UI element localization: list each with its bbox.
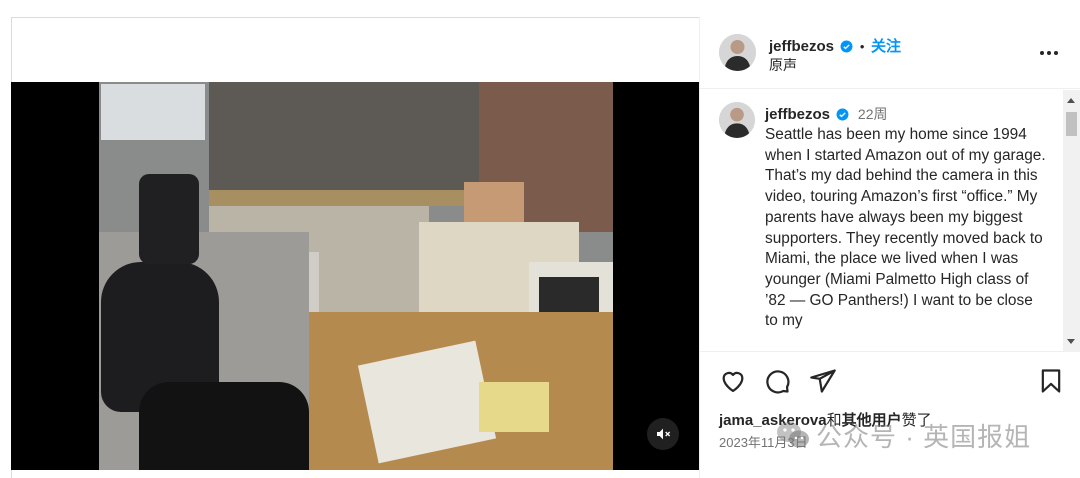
caption-avatar[interactable] bbox=[719, 102, 755, 138]
video-chair-seat bbox=[139, 382, 309, 470]
share-button[interactable] bbox=[809, 367, 837, 395]
verified-badge-icon bbox=[837, 108, 849, 121]
avatar-image bbox=[719, 34, 756, 71]
scroll-thumb[interactable] bbox=[1066, 112, 1077, 136]
header-separator: • bbox=[859, 39, 865, 54]
comments-scrollbar[interactable] bbox=[1063, 90, 1080, 352]
more-horizontal-icon bbox=[1040, 51, 1058, 55]
audio-label[interactable]: 原声 bbox=[769, 55, 797, 75]
scroll-down-icon[interactable] bbox=[1067, 339, 1075, 344]
post-media[interactable] bbox=[11, 82, 699, 470]
likes-suffix: 赞了 bbox=[901, 412, 932, 429]
caption-username[interactable]: jeffbezos bbox=[765, 106, 830, 123]
video-chair-arm bbox=[139, 174, 199, 264]
heart-icon bbox=[722, 371, 744, 393]
likes-and: 和 bbox=[826, 412, 842, 429]
video-window bbox=[101, 84, 205, 140]
video-shelf-board bbox=[209, 190, 479, 206]
post-sidebar: jeffbezos • 关注 原声 jeffbezos 22周 Seattle … bbox=[699, 17, 1080, 478]
instagram-post-page: jeffbezos • 关注 原声 jeffbezos 22周 Seattle … bbox=[0, 0, 1080, 478]
likes-summary[interactable]: jama_askerova和其他用户赞了 bbox=[719, 409, 932, 430]
share-icon bbox=[810, 369, 836, 393]
comment-icon bbox=[766, 370, 790, 394]
caption-timestamp[interactable]: 22周 bbox=[858, 106, 888, 122]
follow-button[interactable]: 关注 bbox=[871, 38, 901, 55]
author-username[interactable]: jeffbezos bbox=[769, 38, 834, 55]
caption-header: jeffbezos 22周 bbox=[765, 104, 888, 124]
comments-section[interactable]: jeffbezos 22周 Seattle has been my home s… bbox=[700, 90, 1080, 352]
bookmark-icon bbox=[1041, 369, 1061, 393]
author-avatar[interactable] bbox=[719, 34, 756, 71]
other-likers-link[interactable]: 其他用户 bbox=[842, 412, 902, 429]
like-button[interactable] bbox=[719, 367, 747, 395]
video-shelf-top bbox=[209, 82, 509, 190]
caption-avatar-image bbox=[719, 102, 755, 138]
comment-button[interactable] bbox=[763, 367, 791, 395]
verified-badge-icon bbox=[841, 40, 853, 53]
audio-muted-icon bbox=[657, 428, 671, 440]
video-sticky-notes bbox=[479, 382, 549, 432]
post-header: jeffbezos • 关注 原声 bbox=[700, 17, 1080, 89]
post-date[interactable]: 2023年11月3日 bbox=[719, 432, 808, 451]
video-frame[interactable] bbox=[99, 82, 613, 470]
liker-username[interactable]: jama_askerova bbox=[719, 412, 827, 429]
mute-button[interactable] bbox=[647, 418, 679, 450]
action-bar bbox=[700, 367, 1080, 399]
more-options-button[interactable] bbox=[1037, 43, 1061, 63]
save-button[interactable] bbox=[1037, 367, 1065, 395]
scroll-up-icon[interactable] bbox=[1067, 98, 1075, 103]
header-name-row: jeffbezos • 关注 bbox=[769, 35, 901, 56]
caption-text: Seattle has been my home since 1994 when… bbox=[765, 126, 1046, 330]
